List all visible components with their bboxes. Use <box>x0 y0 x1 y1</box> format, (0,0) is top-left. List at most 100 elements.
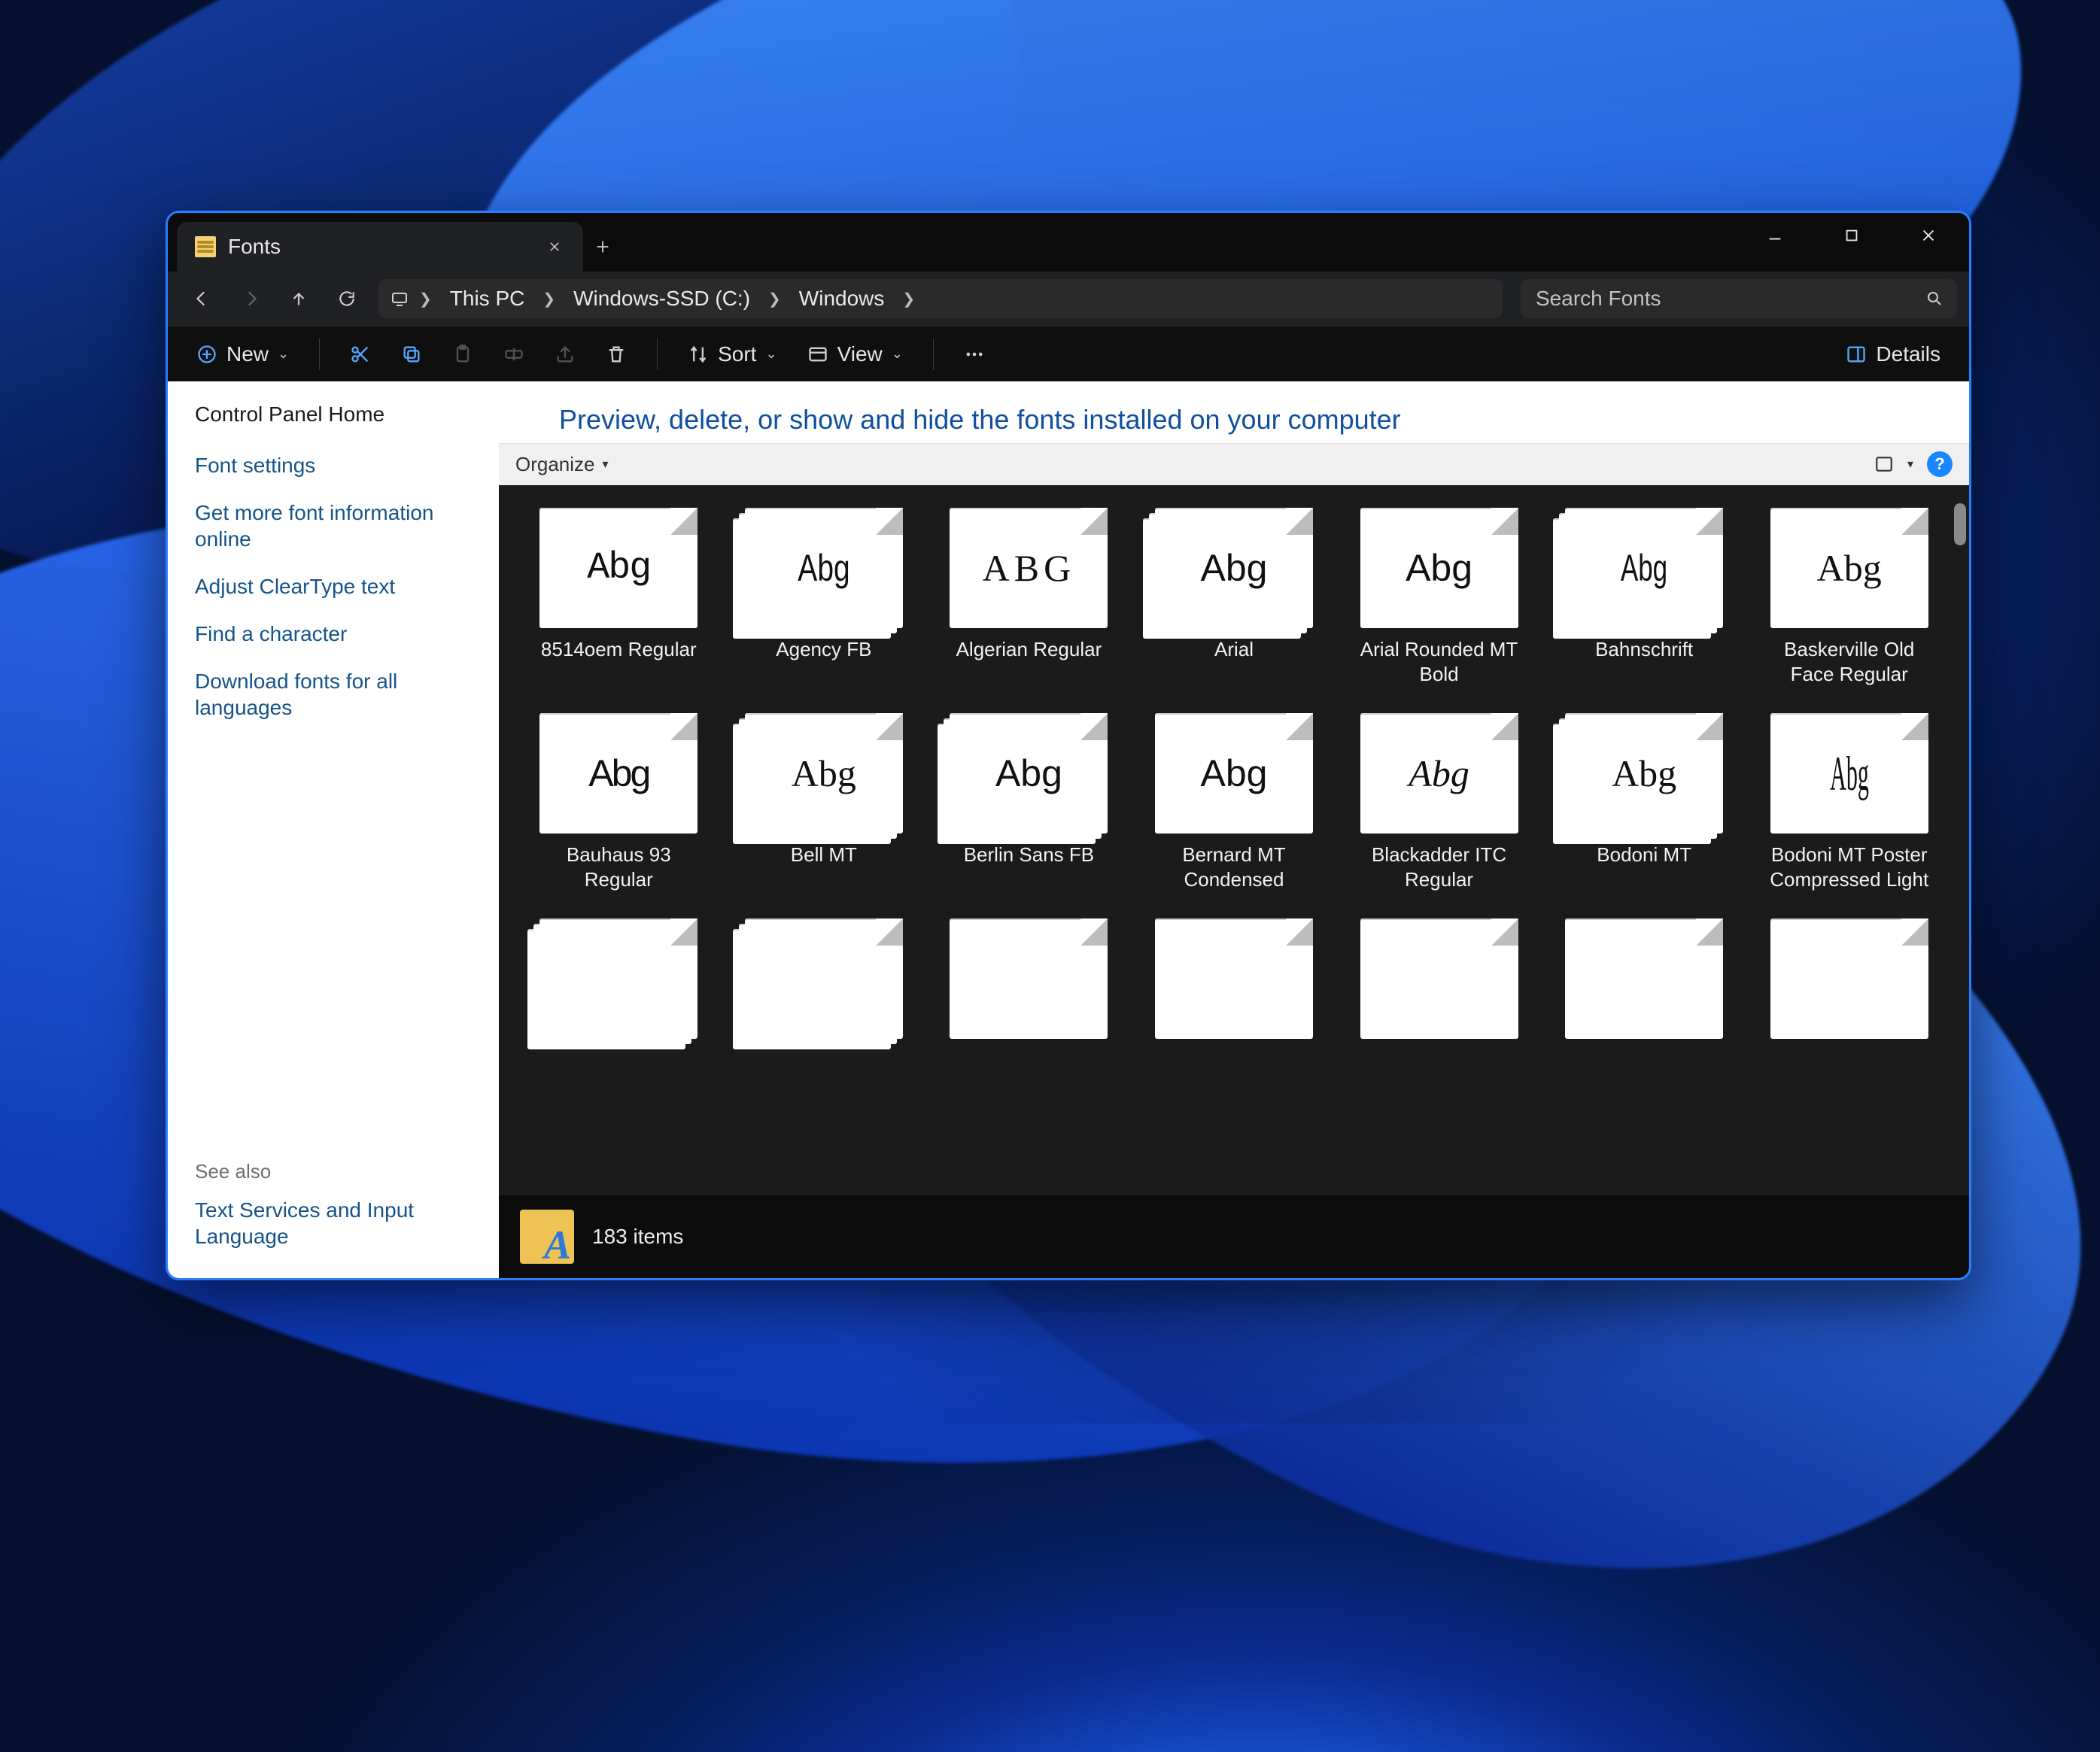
tab-fonts[interactable]: Fonts <box>177 222 583 272</box>
font-grid-wrap: Abg8514oem RegularAbgAgency FBABGAlgeria… <box>499 485 1969 1278</box>
chevron-down-icon: ⌄ <box>278 346 289 362</box>
font-thumbnail <box>1155 919 1313 1039</box>
font-item[interactable]: AbgBaskerville Old Face Regular <box>1759 508 1939 686</box>
share-button[interactable] <box>541 335 589 374</box>
view-button[interactable]: View ⌄ <box>794 335 916 374</box>
font-item[interactable] <box>529 919 709 1048</box>
font-name: Arial <box>1214 637 1254 662</box>
nav-row: ❯ This PC ❯ Windows-SSD (C:) ❯ Windows ❯ <box>168 272 1969 326</box>
details-button[interactable]: Details <box>1832 335 1954 374</box>
font-item[interactable] <box>1144 919 1324 1048</box>
sidebar-link[interactable]: Text Services and Input Language <box>195 1189 472 1257</box>
font-item[interactable]: Abg Berlin Sans FB <box>939 713 1119 891</box>
breadcrumb-item[interactable]: Windows-SSD (C:) <box>566 282 758 315</box>
font-item[interactable]: AbgBodoni MT Poster Compressed Light <box>1759 713 1939 891</box>
delete-button[interactable] <box>592 335 640 374</box>
font-item[interactable]: AbgBell MT <box>734 713 914 891</box>
font-name: Arial Rounded MT Bold <box>1353 637 1526 686</box>
new-tab-button[interactable] <box>583 222 622 272</box>
toolbar: New ⌄ <box>168 326 1969 381</box>
close-button[interactable] <box>1892 213 1965 258</box>
main: Preview, delete, or show and hide the fo… <box>499 381 1969 1278</box>
sidebar-link[interactable]: Adjust ClearType text <box>195 566 472 607</box>
font-item[interactable]: AbgArial Rounded MT Bold <box>1349 508 1529 686</box>
sidebar-home[interactable]: Control Panel Home <box>195 402 472 427</box>
font-item[interactable]: AbgBahnschrift <box>1554 508 1734 686</box>
font-thumbnail: ABG <box>950 508 1108 628</box>
font-thumbnail: Abg <box>1770 713 1928 833</box>
sidebar-link[interactable]: Get more font information online <box>195 492 472 560</box>
sort-label: Sort <box>718 342 756 366</box>
sidebar-link[interactable]: Download fonts for all languages <box>195 660 472 728</box>
fonts-folder-icon <box>520 1210 574 1264</box>
organize-button[interactable]: Organize ▾ <box>515 453 609 476</box>
search-box[interactable] <box>1521 279 1957 318</box>
font-thumbnail: Abg <box>1155 713 1313 833</box>
chevron-right-icon[interactable]: ❯ <box>415 290 436 308</box>
view-icon <box>807 344 828 365</box>
font-item[interactable]: AbgArial <box>1144 508 1324 686</box>
font-name: Berlin Sans FB <box>964 843 1094 867</box>
back-button[interactable] <box>180 281 225 317</box>
font-item[interactable] <box>1759 919 1939 1048</box>
font-thumbnail <box>539 919 697 1039</box>
chevron-right-icon[interactable]: ❯ <box>538 290 560 308</box>
forward-button[interactable] <box>228 281 273 317</box>
breadcrumb-item[interactable]: Windows <box>792 282 892 315</box>
font-item[interactable] <box>939 919 1119 1048</box>
font-item[interactable]: AbgAgency FB <box>734 508 914 686</box>
chevron-down-icon: ▾ <box>603 457 609 472</box>
font-item[interactable] <box>734 919 914 1048</box>
font-thumbnail: Abg <box>950 713 1108 833</box>
font-thumbnail <box>950 919 1108 1039</box>
sidebar-link[interactable]: Font settings <box>195 445 472 486</box>
rename-icon <box>503 344 524 365</box>
font-thumbnail: Abg <box>539 713 697 833</box>
sort-button[interactable]: Sort ⌄ <box>674 335 790 374</box>
minimize-button[interactable] <box>1739 213 1811 258</box>
font-thumbnail <box>745 919 903 1039</box>
pc-icon <box>391 290 409 308</box>
refresh-button[interactable] <box>324 281 369 317</box>
font-name: Baskerville Old Face Regular <box>1763 637 1936 686</box>
organize-label: Organize <box>515 453 595 476</box>
help-button[interactable]: ? <box>1927 451 1953 477</box>
font-name: Bodoni MT <box>1597 843 1691 867</box>
font-item[interactable] <box>1349 919 1529 1048</box>
rename-button[interactable] <box>490 335 538 374</box>
font-item[interactable] <box>1554 919 1734 1048</box>
share-icon <box>555 344 576 365</box>
font-name: Bahnschrift <box>1595 637 1693 662</box>
font-item[interactable]: ABGAlgerian Regular <box>939 508 1119 686</box>
cut-button[interactable] <box>336 335 384 374</box>
font-thumbnail <box>1770 919 1928 1039</box>
up-button[interactable] <box>276 281 321 317</box>
font-thumbnail: Abg <box>745 713 903 833</box>
paste-button[interactable] <box>439 335 487 374</box>
layout-button[interactable] <box>1874 454 1894 474</box>
new-button[interactable]: New ⌄ <box>183 335 302 374</box>
breadcrumb-item[interactable]: This PC <box>442 282 533 315</box>
new-label: New <box>226 342 269 366</box>
tab-close-button[interactable] <box>544 236 565 257</box>
dropdown-caret-icon[interactable]: ▾ <box>1907 457 1913 472</box>
search-input[interactable] <box>1534 286 1918 311</box>
font-item[interactable]: Abg8514oem Regular <box>529 508 709 686</box>
breadcrumb[interactable]: ❯ This PC ❯ Windows-SSD (C:) ❯ Windows ❯ <box>378 279 1503 318</box>
sidebar-link[interactable]: Find a character <box>195 613 472 654</box>
page-title: Preview, delete, or show and hide the fo… <box>499 381 1969 443</box>
chevron-right-icon[interactable]: ❯ <box>898 290 919 308</box>
maximize-button[interactable] <box>1816 213 1888 258</box>
font-item[interactable]: AbgBodoni MT <box>1554 713 1734 891</box>
tabs-strip: Fonts <box>168 213 622 272</box>
font-item[interactable]: AbgBlackadder ITC Regular <box>1349 713 1529 891</box>
font-item[interactable]: AbgBauhaus 93 Regular <box>529 713 709 891</box>
more-button[interactable] <box>950 335 998 374</box>
scrollbar-thumb[interactable] <box>1954 503 1966 545</box>
search-icon[interactable] <box>1925 290 1943 308</box>
font-item[interactable]: AbgBernard MT Condensed <box>1144 713 1324 891</box>
chevron-right-icon[interactable]: ❯ <box>764 290 786 308</box>
copy-button[interactable] <box>387 335 436 374</box>
font-grid[interactable]: Abg8514oem RegularAbgAgency FBABGAlgeria… <box>499 485 1969 1278</box>
copy-icon <box>401 344 422 365</box>
